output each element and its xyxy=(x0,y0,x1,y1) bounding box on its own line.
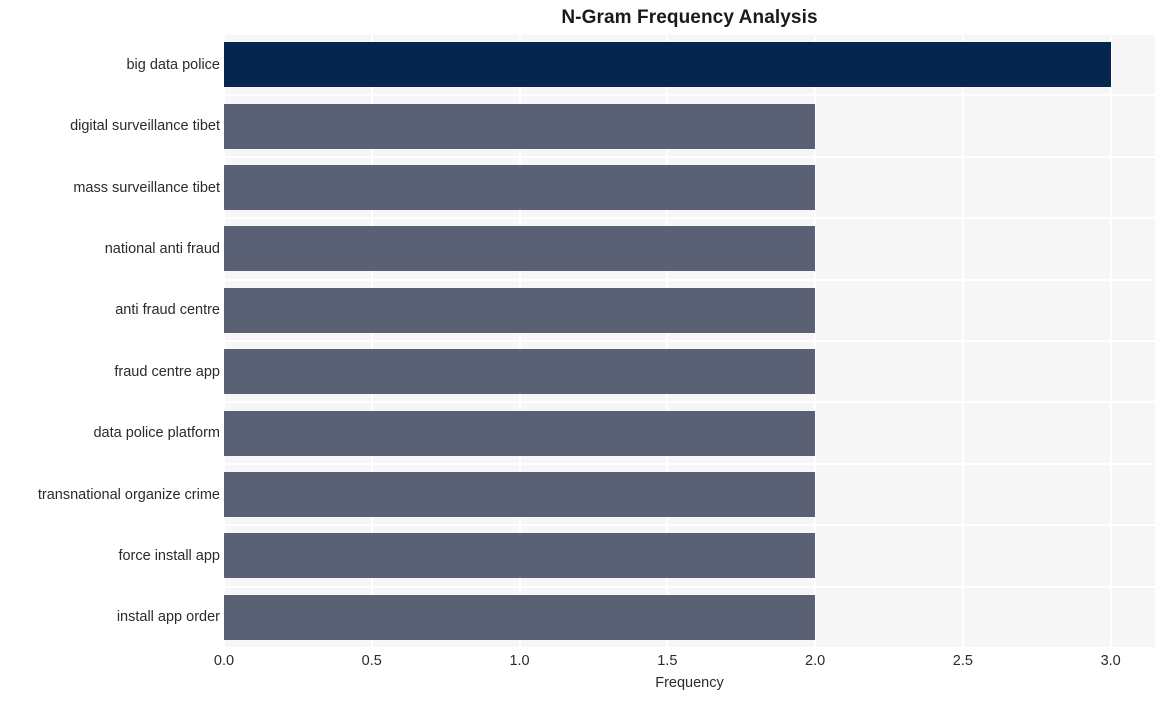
chart-title: N-Gram Frequency Analysis xyxy=(561,7,818,28)
y-tick-label: fraud centre app xyxy=(114,363,220,380)
x-tick-label: 2.5 xyxy=(952,653,973,669)
y-tick-label: install app order xyxy=(116,609,220,626)
gridline-horizontal xyxy=(224,647,1155,648)
bar xyxy=(224,103,816,149)
gridline-horizontal xyxy=(224,217,1155,220)
bar xyxy=(224,349,816,395)
x-tick-label: 2.0 xyxy=(805,653,826,669)
bar xyxy=(224,165,816,210)
y-tick-label: mass surveillance tibet xyxy=(73,179,220,196)
gridline-horizontal xyxy=(224,34,1155,35)
x-tick-label: 3.0 xyxy=(1100,653,1121,669)
gridline-horizontal xyxy=(224,94,1155,97)
x-tick-label: 0.0 xyxy=(213,653,235,669)
y-tick-label: data police platform xyxy=(93,425,220,442)
gridline-horizontal xyxy=(224,585,1155,588)
gridline-horizontal xyxy=(224,155,1155,158)
bar xyxy=(224,226,816,272)
bar xyxy=(224,533,816,579)
y-axis-tick-labels: big data police digital surveillance tibe… xyxy=(0,34,220,648)
bar xyxy=(224,594,816,640)
plot-area xyxy=(224,34,1155,648)
y-tick-label: transnational organize crime xyxy=(37,486,220,503)
gridline-horizontal xyxy=(224,462,1155,465)
y-tick-label: anti fraud centre xyxy=(115,302,220,319)
gridline-horizontal xyxy=(224,340,1155,342)
gridline-horizontal xyxy=(224,278,1155,281)
gridline-horizontal xyxy=(224,524,1155,527)
x-axis-tick-labels: 0.0 0.5 1.0 1.5 2.0 2.5 3.0 xyxy=(214,651,1155,673)
bar xyxy=(224,410,816,456)
y-tick-label: force install app xyxy=(118,547,220,564)
y-tick-label: national anti fraud xyxy=(104,240,220,257)
bar xyxy=(224,42,1111,88)
x-tick-label: 0.5 xyxy=(361,653,382,669)
bar xyxy=(224,287,816,333)
bar xyxy=(224,472,816,517)
gridline-horizontal xyxy=(224,401,1155,404)
chart-figure: N-Gram Frequency Analysis big data polic… xyxy=(0,0,1164,701)
x-tick-label: 1.5 xyxy=(657,653,678,669)
y-tick-label: digital surveillance tibet xyxy=(70,118,220,135)
x-tick-label: 1.0 xyxy=(509,653,530,669)
y-tick-label: big data police xyxy=(126,56,220,73)
x-axis-title: Frequency xyxy=(655,675,724,691)
